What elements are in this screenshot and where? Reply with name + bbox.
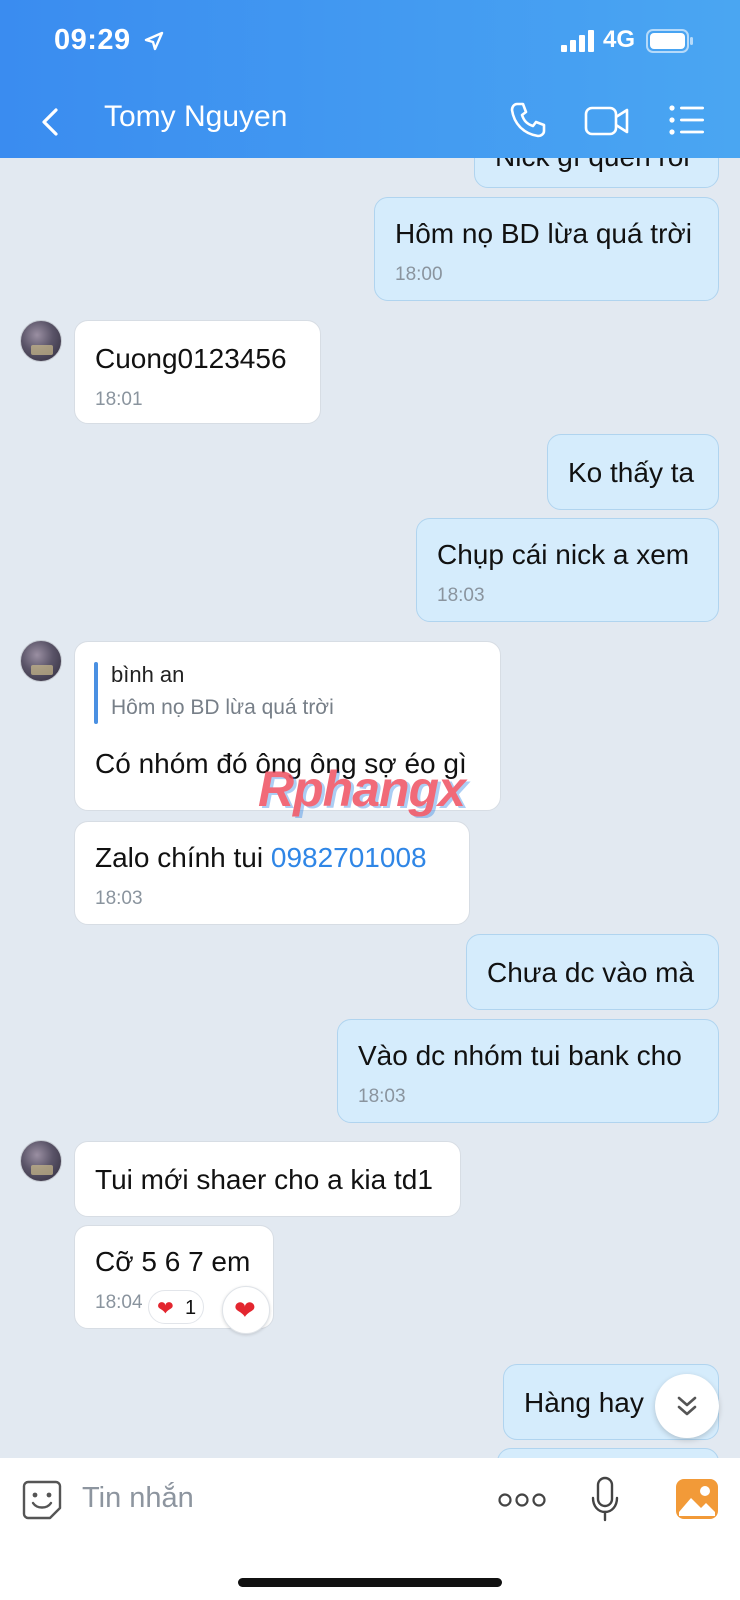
react-button[interactable]: ❤ [222,1286,270,1334]
message-list[interactable]: Nick gì quên rồi Hôm nọ BD lừa quá trời … [0,0,740,1458]
sticker-emoji-icon[interactable] [20,1478,64,1522]
status-bar: 09:29 4G [0,0,740,86]
message-outgoing[interactable]: Chưa dc vào mà [466,934,719,1010]
image-gallery-icon[interactable] [675,1478,719,1520]
contact-name[interactable]: Tomy Nguyen [104,100,287,134]
watermark: Rphangx [258,761,466,817]
avatar[interactable] [20,640,62,682]
microphone-icon[interactable] [590,1476,620,1524]
message-outgoing[interactable]: Ko thấy ta [547,434,719,510]
heart-icon: ❤ [234,1295,256,1325]
message-text: Cuong0123456 [95,343,287,374]
chat-header: 09:29 4G Tomy Nguyen [0,0,740,158]
battery-icon [646,29,693,53]
menu-list-icon[interactable] [668,102,706,138]
message-text: Tui mới shaer cho a kia td1 [95,1164,433,1195]
message-text: Chưa dc vào mà [487,957,695,988]
message-incoming[interactable]: Zalo chính tui 0982701008 18:03 [74,821,470,925]
message-incoming[interactable]: Cuong0123456 18:01 [74,320,321,424]
heart-icon: ❤ [157,1298,174,1320]
reaction-count: 1 [185,1297,197,1319]
message-text: Chụp cái nick a xem [437,539,690,570]
message-outgoing[interactable]: Vào dc nhóm tui bank cho 18:03 [337,1019,719,1123]
message-text: Vào dc nhóm tui bank cho [358,1040,682,1071]
phone-call-icon[interactable] [508,100,548,140]
avatar[interactable] [20,320,62,362]
message-text: Zalo chính tui 0982701008 [95,842,427,874]
network-type: 4G [603,26,636,53]
message-text: Cỡ 5 6 7 em [95,1246,251,1277]
message-outgoing[interactable] [497,1448,719,1458]
phone-link[interactable]: 0982701008 [271,842,427,873]
message-time: 18:04 [95,1292,143,1313]
composer-bar: Tin nhắn [0,1458,740,1600]
back-arrow-icon[interactable] [36,102,66,142]
avatar[interactable] [20,1140,62,1182]
message-text: Hàng hay [524,1387,644,1418]
message-input[interactable]: Tin nhắn [82,1482,194,1515]
location-arrow-icon [144,31,164,51]
message-time: 18:03 [358,1086,406,1107]
message-text: Ko thấy ta [568,457,695,488]
signal-icon [561,30,594,52]
message-text-prefix: Zalo chính tui [95,842,271,873]
message-outgoing[interactable]: Hôm nọ BD lừa quá trời 18:00 [374,197,719,301]
message-time: 18:03 [95,888,143,909]
nav-bar: Tomy Nguyen [0,86,740,158]
quote-text: Hôm nọ BD lừa quá trời [111,696,334,719]
quote-bar [94,662,98,724]
quote-author: bình an [111,662,185,687]
message-outgoing[interactable]: Chụp cái nick a xem 18:03 [416,518,719,622]
chevron-double-down-icon [677,1396,697,1416]
more-options-icon[interactable] [498,1488,546,1512]
video-call-icon[interactable] [584,100,630,140]
message-time: 18:03 [437,585,485,606]
scroll-to-bottom-button[interactable] [655,1374,719,1438]
home-indicator [238,1578,502,1587]
reaction-summary[interactable]: ❤ 1 [148,1290,204,1324]
message-incoming[interactable]: Tui mới shaer cho a kia td1 [74,1141,461,1217]
message-text: Hôm nọ BD lừa quá trời [395,218,692,249]
message-time: 18:00 [395,264,443,285]
message-time: 18:01 [95,389,143,410]
status-time: 09:29 [54,24,131,56]
